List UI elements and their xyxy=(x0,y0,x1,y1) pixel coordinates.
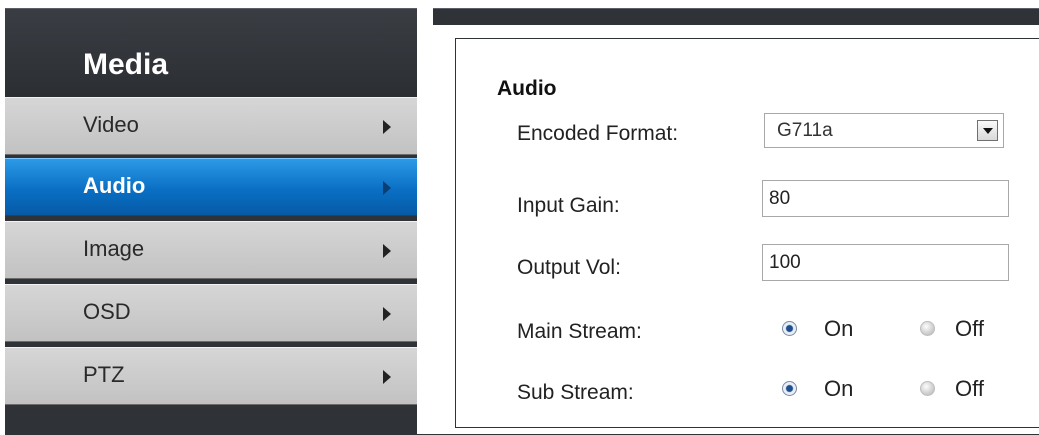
app-frame: Media Video Audio Image OSD PTZ Audio En… xyxy=(0,0,1039,435)
sub-stream-on-label[interactable]: On xyxy=(824,376,853,402)
sidebar-item-image[interactable]: Image xyxy=(5,221,417,279)
section-title: Audio xyxy=(497,77,557,100)
sidebar-header: Media xyxy=(5,9,417,97)
sidebar-title: Media xyxy=(83,48,169,81)
sidebar-item-ptz[interactable]: PTZ xyxy=(5,347,417,405)
main-stream-off-label[interactable]: Off xyxy=(955,316,984,342)
dropdown-button[interactable] xyxy=(977,120,998,141)
sub-stream-on-radio[interactable] xyxy=(782,381,797,396)
output-vol-field[interactable] xyxy=(762,244,1009,281)
chevron-right-icon xyxy=(383,181,391,195)
sidebar-item-label: Image xyxy=(83,236,145,261)
output-vol-label: Output Vol: xyxy=(517,256,621,279)
sidebar-item-label: OSD xyxy=(83,299,131,324)
sidebar-item-label: PTZ xyxy=(83,362,125,387)
input-gain-label: Input Gain: xyxy=(517,194,620,217)
encoded-format-select[interactable]: G711a xyxy=(764,113,1004,148)
input-gain-field[interactable] xyxy=(762,180,1009,217)
sidebar-item-audio[interactable]: Audio xyxy=(5,158,417,216)
divider xyxy=(417,8,433,434)
sub-stream-off-radio[interactable] xyxy=(920,381,935,396)
main-stream-off-radio[interactable] xyxy=(920,321,935,336)
chevron-right-icon xyxy=(383,120,391,134)
sub-stream-label: Sub Stream: xyxy=(517,381,634,404)
encoded-format-label: Encoded Format: xyxy=(517,122,679,145)
main-stream-on-radio[interactable] xyxy=(782,321,797,336)
chevron-right-icon xyxy=(383,244,391,258)
sidebar-item-label: Audio xyxy=(83,173,146,198)
main-stream-label: Main Stream: xyxy=(517,320,642,343)
sidebar-item-video[interactable]: Video xyxy=(5,97,417,155)
chevron-right-icon xyxy=(383,370,391,384)
sidebar-item-label: Video xyxy=(83,112,139,137)
sidebar-item-osd[interactable]: OSD xyxy=(5,284,417,342)
sidebar: Media Video Audio Image OSD PTZ xyxy=(5,8,417,435)
sub-stream-off-label[interactable]: Off xyxy=(955,376,984,402)
main-stream-on-label[interactable]: On xyxy=(824,316,853,342)
encoded-format-value: G711a xyxy=(777,120,833,141)
chevron-right-icon xyxy=(383,307,391,321)
chevron-down-icon xyxy=(983,128,993,134)
